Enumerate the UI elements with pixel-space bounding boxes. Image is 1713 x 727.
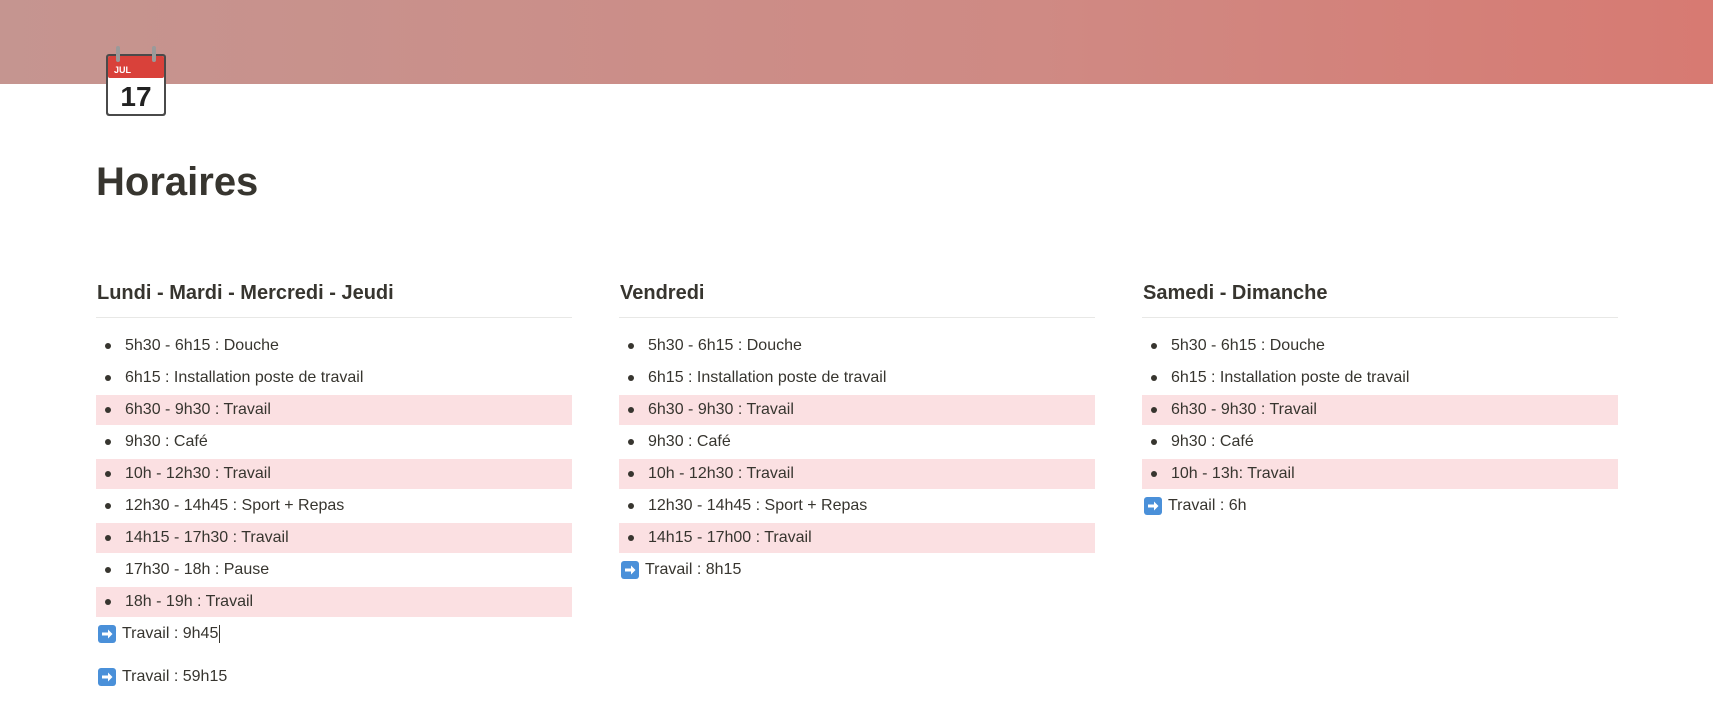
list-item-text: 14h15 - 17h30 : Travail xyxy=(125,529,289,546)
bullet-icon xyxy=(105,599,111,605)
schedule-column: Lundi - Mardi - Mercredi - Jeudi 5h30 - 6… xyxy=(96,282,572,649)
list-item[interactable]: 6h15 : Installation poste de travail xyxy=(96,363,572,393)
schedule-list: 5h30 - 6h15 : Douche 6h15 : Installation … xyxy=(1142,331,1618,489)
schedule-list: 5h30 - 6h15 : Douche 6h15 : Installation … xyxy=(96,331,572,617)
bullet-icon xyxy=(105,375,111,381)
calendar-icon[interactable]: JUL 17 xyxy=(104,46,168,118)
list-item-text: 6h30 - 9h30 : Travail xyxy=(648,401,794,418)
list-item[interactable]: 17h30 - 18h : Pause xyxy=(96,555,572,585)
bullet-icon xyxy=(105,343,111,349)
list-item-text: 17h30 - 18h : Pause xyxy=(125,561,270,578)
bullet-icon xyxy=(628,535,634,541)
right-arrow-icon xyxy=(621,561,639,579)
right-arrow-icon xyxy=(98,668,116,686)
schedule-list: 5h30 - 6h15 : Douche 6h15 : Installation … xyxy=(619,331,1095,553)
text-cursor xyxy=(219,625,221,643)
bullet-icon xyxy=(105,535,111,541)
bullet-icon xyxy=(1151,343,1157,349)
bullet-icon xyxy=(1151,407,1157,413)
list-item-text: 9h30 : Café xyxy=(1171,433,1254,450)
list-item-highlighted[interactable]: 6h30 - 9h30 : Travail xyxy=(96,395,572,425)
list-item[interactable]: 12h30 - 14h45 : Sport + Repas xyxy=(619,491,1095,521)
list-item-text: 12h30 - 14h45 : Sport + Repas xyxy=(648,497,868,514)
list-item-text: 18h - 19h : Travail xyxy=(125,593,254,610)
list-item-text: 9h30 : Café xyxy=(648,433,731,450)
schedule-column: Vendredi 5h30 - 6h15 : Douche 6h15 : Insta… xyxy=(619,282,1095,585)
bullet-icon xyxy=(628,439,634,445)
list-item[interactable]: 5h30 - 6h15 : Douche xyxy=(619,331,1095,361)
list-item-text: 6h30 - 9h30 : Travail xyxy=(125,401,271,418)
column-total[interactable]: Travail : 9h45 xyxy=(96,619,572,649)
list-item-highlighted[interactable]: 10h - 12h30 : Travail xyxy=(619,459,1095,489)
column-heading[interactable]: Lundi - Mardi - Mercredi - Jeudi xyxy=(96,282,572,318)
page-cover[interactable] xyxy=(0,0,1713,84)
list-item-highlighted[interactable]: 10h - 13h: Travail xyxy=(1142,459,1618,489)
list-item-highlighted[interactable]: 18h - 19h : Travail xyxy=(96,587,572,617)
list-item-text: 10h - 12h30 : Travail xyxy=(648,465,794,482)
bullet-icon xyxy=(105,503,111,509)
svg-text:JUL: JUL xyxy=(114,65,132,75)
list-item-highlighted[interactable]: 6h30 - 9h30 : Travail xyxy=(1142,395,1618,425)
page-title[interactable]: Horaires xyxy=(96,160,258,205)
list-item-text: 5h30 - 6h15 : Douche xyxy=(125,337,279,354)
list-item-highlighted[interactable]: 6h30 - 9h30 : Travail xyxy=(619,395,1095,425)
grand-total[interactable]: Travail : 59h15 xyxy=(96,662,227,692)
bullet-icon xyxy=(628,375,634,381)
list-item[interactable]: 5h30 - 6h15 : Douche xyxy=(96,331,572,361)
bullet-icon xyxy=(1151,375,1157,381)
column-heading[interactable]: Samedi - Dimanche xyxy=(1142,282,1618,318)
list-item-text: 14h15 - 17h00 : Travail xyxy=(648,529,812,546)
column-heading[interactable]: Vendredi xyxy=(619,282,1095,318)
bullet-icon xyxy=(105,407,111,413)
bullet-icon xyxy=(628,471,634,477)
svg-text:17: 17 xyxy=(120,81,151,112)
schedule-column: Samedi - Dimanche 5h30 - 6h15 : Douche 6h1… xyxy=(1142,282,1618,521)
list-item-text: 6h15 : Installation poste de travail xyxy=(648,369,887,386)
bullet-icon xyxy=(628,503,634,509)
bullet-icon xyxy=(628,407,634,413)
right-arrow-icon xyxy=(98,625,116,643)
list-item-text: 10h - 12h30 : Travail xyxy=(125,465,271,482)
list-item-text: 6h15 : Installation poste de travail xyxy=(125,369,364,386)
column-total-text: Travail : 9h45 xyxy=(122,625,219,642)
bullet-icon xyxy=(105,439,111,445)
column-total[interactable]: Travail : 6h xyxy=(1142,491,1618,521)
list-item[interactable]: 9h30 : Café xyxy=(96,427,572,457)
bullet-icon xyxy=(1151,471,1157,477)
list-item[interactable]: 6h15 : Installation poste de travail xyxy=(1142,363,1618,393)
bullet-icon xyxy=(105,567,111,573)
list-item-text: 9h30 : Café xyxy=(125,433,208,450)
list-item-text: 6h15 : Installation poste de travail xyxy=(1171,369,1410,386)
bullet-icon xyxy=(628,343,634,349)
list-item-highlighted[interactable]: 14h15 - 17h00 : Travail xyxy=(619,523,1095,553)
list-item-text: 6h30 - 9h30 : Travail xyxy=(1171,401,1317,418)
column-total-text: Travail : 6h xyxy=(1168,497,1247,514)
list-item[interactable]: 9h30 : Café xyxy=(619,427,1095,457)
list-item-text: 12h30 - 14h45 : Sport + Repas xyxy=(125,497,345,514)
column-total-text: Travail : 8h15 xyxy=(645,561,742,578)
list-item-text: 10h - 13h: Travail xyxy=(1171,465,1295,482)
list-item[interactable]: 9h30 : Café xyxy=(1142,427,1618,457)
column-total[interactable]: Travail : 8h15 xyxy=(619,555,1095,585)
bullet-icon xyxy=(1151,439,1157,445)
grand-total-text: Travail : 59h15 xyxy=(122,668,228,685)
list-item-highlighted[interactable]: 10h - 12h30 : Travail xyxy=(96,459,572,489)
list-item[interactable]: 5h30 - 6h15 : Douche xyxy=(1142,331,1618,361)
list-item-highlighted[interactable]: 14h15 - 17h30 : Travail xyxy=(96,523,572,553)
bullet-icon xyxy=(105,471,111,477)
list-item[interactable]: 6h15 : Installation poste de travail xyxy=(619,363,1095,393)
list-item-text: 5h30 - 6h15 : Douche xyxy=(1171,337,1325,354)
list-item-text: 5h30 - 6h15 : Douche xyxy=(648,337,802,354)
right-arrow-icon xyxy=(1144,497,1162,515)
list-item[interactable]: 12h30 - 14h45 : Sport + Repas xyxy=(96,491,572,521)
